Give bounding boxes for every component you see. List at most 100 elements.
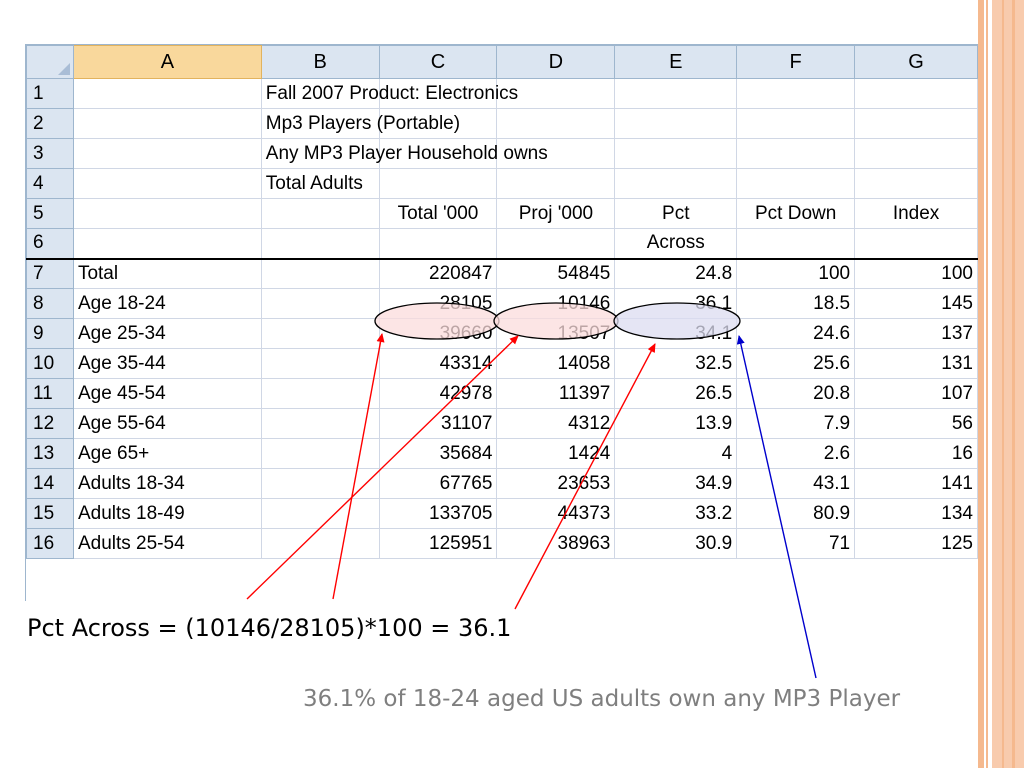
proj-cell[interactable]: 23653 <box>496 468 616 499</box>
total-cell[interactable]: 43314 <box>378 348 498 379</box>
pct-across-cell[interactable]: 4 <box>614 438 738 469</box>
total-cell[interactable]: 67765 <box>378 468 498 499</box>
row-label[interactable]: Adults 18-49 <box>72 498 262 529</box>
row-header[interactable]: 1 <box>26 78 74 109</box>
row-header[interactable]: 8 <box>26 288 74 319</box>
index-cell[interactable]: 16 <box>854 438 978 469</box>
header-index[interactable]: Index <box>854 198 978 229</box>
slide-accent-stripe-2 <box>986 0 988 768</box>
pct-down-cell[interactable]: 43.1 <box>736 468 856 499</box>
cell-b3[interactable]: Any MP3 Player Household owns <box>260 138 548 169</box>
pct-across-cell-highlighted[interactable]: 36.1 <box>614 288 738 319</box>
caption-text: 36.1% of 18-24 aged US adults own any MP… <box>303 686 901 712</box>
row-label[interactable]: Age 35-44 <box>72 348 262 379</box>
row-header[interactable]: 14 <box>26 468 74 499</box>
index-cell[interactable]: 107 <box>854 378 978 409</box>
proj-cell[interactable]: 54845 <box>496 258 616 289</box>
select-all-triangle-icon[interactable] <box>26 45 74 79</box>
proj-cell[interactable]: 44373 <box>496 498 616 529</box>
row-label[interactable]: Adults 25-54 <box>72 528 262 559</box>
pct-down-cell[interactable]: 18.5 <box>736 288 856 319</box>
total-cell[interactable]: 39660 <box>378 318 498 349</box>
row-label[interactable]: Total <box>72 258 262 289</box>
row-label[interactable]: Age 45-54 <box>72 378 262 409</box>
row-header[interactable]: 13 <box>26 438 74 469</box>
index-cell[interactable]: 56 <box>854 408 978 439</box>
index-cell[interactable]: 131 <box>854 348 978 379</box>
pct-down-cell[interactable]: 80.9 <box>736 498 856 529</box>
row-header[interactable]: 16 <box>26 528 74 559</box>
header-total[interactable]: Total '000 <box>378 198 498 229</box>
total-cell[interactable]: 35684 <box>378 438 498 469</box>
cell-b1[interactable]: Fall 2007 Product: Electronics <box>260 78 518 109</box>
proj-cell-highlighted[interactable]: 10146 <box>496 288 616 319</box>
column-header-a[interactable]: A <box>72 45 262 79</box>
pct-across-cell[interactable]: 30.9 <box>614 528 738 559</box>
row-header[interactable]: 7 <box>26 258 74 289</box>
row-label[interactable]: Age 18-24 <box>72 288 262 319</box>
table-row: 11 Age 45-54 42978 11397 26.5 20.8 107 <box>26 378 978 409</box>
pct-down-cell[interactable]: 100 <box>736 258 856 289</box>
row-header[interactable]: 3 <box>26 138 74 169</box>
index-cell[interactable]: 145 <box>854 288 978 319</box>
pct-down-cell[interactable]: 25.6 <box>736 348 856 379</box>
row-label[interactable]: Age 55-64 <box>72 408 262 439</box>
index-cell[interactable]: 125 <box>854 528 978 559</box>
total-cell[interactable]: 220847 <box>378 258 498 289</box>
row-header[interactable]: 6 <box>26 228 74 260</box>
column-header-d[interactable]: D <box>496 45 616 79</box>
header-pct-across-line1[interactable]: Pct <box>614 198 738 229</box>
pct-across-cell[interactable]: 34.1 <box>614 318 738 349</box>
header-pct-across-line2[interactable]: Across <box>614 228 738 260</box>
proj-cell[interactable]: 1424 <box>496 438 616 469</box>
total-cell-highlighted[interactable]: 28105 <box>378 288 498 319</box>
column-header-e[interactable]: E <box>614 45 738 79</box>
pct-down-cell[interactable]: 20.8 <box>736 378 856 409</box>
pct-across-cell[interactable]: 33.2 <box>614 498 738 529</box>
column-header-b[interactable]: B <box>260 45 380 79</box>
proj-cell[interactable]: 38963 <box>496 528 616 559</box>
cell-b2[interactable]: Mp3 Players (Portable) <box>260 108 460 139</box>
pct-down-cell[interactable]: 2.6 <box>736 438 856 469</box>
total-cell[interactable]: 42978 <box>378 378 498 409</box>
total-cell[interactable]: 31107 <box>378 408 498 439</box>
pct-across-cell[interactable]: 34.9 <box>614 468 738 499</box>
index-cell[interactable]: 134 <box>854 498 978 529</box>
spreadsheet-grid: A B C D E F G 1 Fall 2007 Product: Elect… <box>26 45 978 559</box>
total-cell[interactable]: 125951 <box>378 528 498 559</box>
header-pct-down[interactable]: Pct Down <box>736 198 856 229</box>
proj-cell[interactable]: 11397 <box>496 378 616 409</box>
row-header[interactable]: 5 <box>26 198 74 229</box>
row-header[interactable]: 15 <box>26 498 74 529</box>
header-proj[interactable]: Proj '000 <box>496 198 616 229</box>
cell-b4[interactable]: Total Adults <box>260 168 380 199</box>
pct-across-cell[interactable]: 24.8 <box>614 258 738 289</box>
index-cell[interactable]: 137 <box>854 318 978 349</box>
pct-down-cell[interactable]: 71 <box>736 528 856 559</box>
slide-accent-stripe-3 <box>992 0 1024 768</box>
row-header[interactable]: 11 <box>26 378 74 409</box>
row-header[interactable]: 9 <box>26 318 74 349</box>
pct-down-cell[interactable]: 7.9 <box>736 408 856 439</box>
column-header-c[interactable]: C <box>378 45 498 79</box>
column-header-g[interactable]: G <box>854 45 978 79</box>
pct-across-cell[interactable]: 32.5 <box>614 348 738 379</box>
total-cell[interactable]: 133705 <box>378 498 498 529</box>
proj-cell[interactable]: 14058 <box>496 348 616 379</box>
index-cell[interactable]: 141 <box>854 468 978 499</box>
proj-cell[interactable]: 4312 <box>496 408 616 439</box>
column-header-f[interactable]: F <box>736 45 856 79</box>
pct-across-cell[interactable]: 26.5 <box>614 378 738 409</box>
pct-down-cell[interactable]: 24.6 <box>736 318 856 349</box>
row-header[interactable]: 12 <box>26 408 74 439</box>
proj-cell[interactable]: 13507 <box>496 318 616 349</box>
row-header[interactable]: 4 <box>26 168 74 199</box>
row-header[interactable]: 10 <box>26 348 74 379</box>
row-label[interactable]: Age 65+ <box>72 438 262 469</box>
row-header[interactable]: 2 <box>26 108 74 139</box>
index-cell[interactable]: 100 <box>854 258 978 289</box>
pct-across-cell[interactable]: 13.9 <box>614 408 738 439</box>
row-label[interactable]: Age 25-34 <box>72 318 262 349</box>
cell-a1[interactable] <box>72 78 262 109</box>
row-label[interactable]: Adults 18-34 <box>72 468 262 499</box>
